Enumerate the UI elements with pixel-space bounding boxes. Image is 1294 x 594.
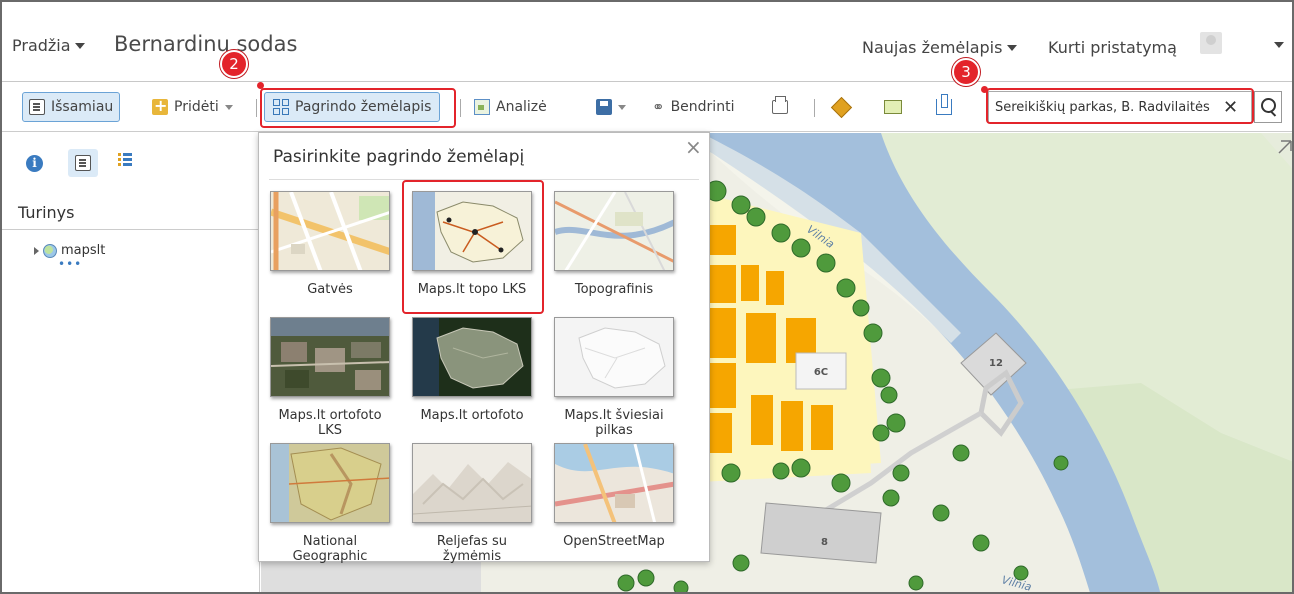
analysis-label: Analizė xyxy=(496,99,547,115)
bookmarks-button[interactable] xyxy=(930,92,958,122)
layer-options-button[interactable]: ••• xyxy=(58,257,82,271)
layer-name: mapslt xyxy=(61,243,106,258)
map-title: Bernardinų sodas xyxy=(114,32,298,56)
map-label-6c: 6C xyxy=(814,367,828,378)
new-map-label: Naujas žemėlapis xyxy=(862,38,1003,57)
basemap-thumb xyxy=(270,191,390,271)
basemap-thumb xyxy=(412,317,532,397)
app-window: 6C 12 8 Vilnia Vilnia Pradžia Bernardinų… xyxy=(0,0,1294,594)
contents-title: Turinys xyxy=(18,203,75,222)
bookmarks-icon xyxy=(936,94,952,115)
basemap-label: Gatvės xyxy=(307,282,353,297)
info-icon[interactable]: i xyxy=(26,155,43,172)
print-button[interactable] xyxy=(766,92,794,122)
callout-pin xyxy=(257,82,264,89)
highlight-basemap-button xyxy=(260,88,456,128)
caret-down-icon xyxy=(1007,44,1018,51)
globe-icon xyxy=(43,243,57,258)
callout-marker-2: 2 xyxy=(220,50,248,78)
basemap-item-mapslt-orthophoto-lks[interactable]: Maps.lt ortofoto LKS xyxy=(265,317,395,438)
share-button[interactable]: ⚭ Bendrinti xyxy=(646,92,740,122)
save-button[interactable] xyxy=(590,92,632,122)
details-button[interactable]: Išsamiau xyxy=(22,92,121,122)
toolbar-divider xyxy=(460,99,461,117)
map-label-8: 8 xyxy=(821,537,828,548)
print-icon xyxy=(772,96,788,114)
basemap-thumb xyxy=(554,443,674,523)
toolbar-divider xyxy=(814,99,815,117)
basemap-thumb xyxy=(554,317,674,397)
legend-icon[interactable] xyxy=(118,153,132,169)
basemap-thumb xyxy=(270,443,390,523)
basemap-item-openstreetmap[interactable]: OpenStreetMap xyxy=(549,443,679,549)
highlight-search-box xyxy=(986,88,1254,124)
layer-item[interactable]: mapslt xyxy=(34,243,105,258)
left-panel: i Turinys mapslt ••• xyxy=(2,133,260,592)
basemap-thumb xyxy=(412,443,532,523)
add-icon xyxy=(152,96,168,115)
divider xyxy=(2,229,260,230)
link-icon: ⚭ xyxy=(652,98,665,116)
add-label: Pridėti xyxy=(174,99,219,115)
new-map-menu[interactable]: Naujas žemėlapis xyxy=(862,38,1018,57)
search-button[interactable] xyxy=(1254,91,1282,123)
map-label-12: 12 xyxy=(989,358,1003,369)
callout-pin xyxy=(981,86,988,93)
app-header: Pradžia Bernardinų sodas Naujas žemėlapi… xyxy=(2,2,1292,82)
basemap-item-national-geographic[interactable]: National Geographic xyxy=(265,443,395,564)
caret-down-icon xyxy=(74,42,85,49)
caret-down-icon xyxy=(618,104,626,110)
basemap-label: Topografinis xyxy=(574,282,654,297)
content-tab[interactable] xyxy=(68,149,98,177)
basemap-item-mapslt-light-gray[interactable]: Maps.lt šviesiai pilkas xyxy=(549,317,679,438)
analysis-button[interactable]: Analizė xyxy=(468,92,553,122)
home-menu[interactable]: Pradžia xyxy=(12,36,85,55)
basemap-label: OpenStreetMap xyxy=(563,534,665,549)
basemap-thumb xyxy=(554,191,674,271)
basemap-item-topographic[interactable]: Topografinis xyxy=(549,191,679,297)
gallery-title: Pasirinkite pagrindo žemėlapį xyxy=(273,147,525,167)
caret-down-icon xyxy=(224,104,233,110)
details-label: Išsamiau xyxy=(51,99,114,115)
add-button[interactable]: Pridėti xyxy=(146,92,239,122)
callout-marker-3: 3 xyxy=(952,58,980,86)
basemap-label: National Geographic xyxy=(292,534,368,564)
expand-arrow-icon[interactable] xyxy=(34,246,39,255)
toolbar-divider xyxy=(256,99,257,117)
content-icon xyxy=(75,155,91,171)
measure-button[interactable] xyxy=(878,92,908,122)
basemap-label: Maps.lt ortofoto xyxy=(420,408,524,423)
close-icon[interactable]: × xyxy=(685,135,702,159)
create-presentation-link[interactable]: Kurti pristatymą xyxy=(1048,38,1177,57)
home-label: Pradžia xyxy=(12,36,71,55)
details-icon xyxy=(29,99,45,115)
measure-icon xyxy=(884,100,902,114)
basemap-item-terrain-labels[interactable]: Reljefas su žymėmis xyxy=(407,443,537,564)
directions-icon xyxy=(830,96,853,118)
basemap-label: Maps.lt šviesiai pilkas xyxy=(564,408,664,438)
basemap-thumb xyxy=(270,317,390,397)
save-icon xyxy=(596,99,612,115)
basemap-item-mapslt-orthophoto[interactable]: Maps.lt ortofoto xyxy=(407,317,537,423)
basemap-label: Maps.lt ortofoto LKS xyxy=(278,408,382,438)
highlight-basemap-topo xyxy=(402,180,544,314)
share-label: Bendrinti xyxy=(670,99,735,115)
user-menu-caret-icon[interactable] xyxy=(1274,42,1284,48)
directions-button[interactable] xyxy=(828,92,855,122)
analysis-icon xyxy=(474,99,490,115)
avatar[interactable] xyxy=(1200,32,1222,54)
basemap-label: Reljefas su žymėmis xyxy=(436,534,508,564)
basemap-item-streets[interactable]: Gatvės xyxy=(265,191,395,297)
